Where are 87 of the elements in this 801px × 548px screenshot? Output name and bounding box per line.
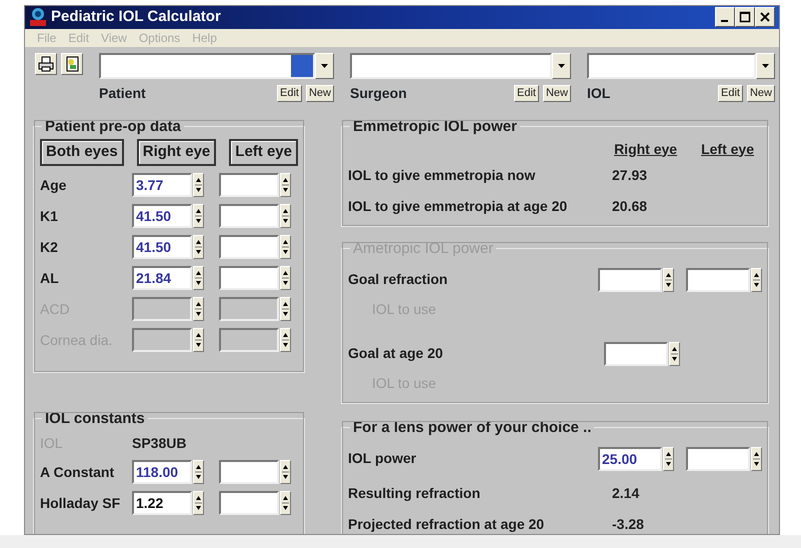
row-label: IOL to give emmetropia now	[348, 166, 536, 185]
window-title: Pediatric IOL Calculator	[51, 7, 222, 27]
number-field[interactable]: 25.00	[598, 446, 662, 470]
number-field[interactable]	[219, 204, 279, 228]
iol-model-text: SP38UB	[132, 434, 186, 453]
spin-buttons[interactable]	[193, 297, 204, 321]
spin-buttons[interactable]	[663, 446, 674, 470]
group-title: For a lens power of your choice ..	[352, 420, 592, 436]
number-field[interactable]: 118.00	[132, 460, 192, 484]
maximize-icon[interactable]	[739, 11, 751, 24]
number-field[interactable]	[219, 173, 279, 197]
small-button[interactable]: New	[746, 84, 775, 102]
row-label: Resulting refraction	[348, 484, 482, 503]
row-label: Projected refraction at age 20	[348, 514, 546, 534]
field-label: Age	[40, 176, 68, 195]
number-field[interactable]: 3.77	[132, 173, 192, 197]
combo-field[interactable]	[587, 52, 756, 78]
combo-field[interactable]	[350, 52, 552, 78]
number-field[interactable]	[686, 446, 750, 470]
row-label: Goal at age 20	[348, 344, 444, 363]
dropdown-button[interactable]	[756, 52, 775, 78]
row-label: IOL to give emmetropia at age 20	[348, 196, 568, 216]
header-button[interactable]: Left eye	[229, 138, 298, 166]
field-label: K2	[40, 238, 59, 256]
spin-buttons[interactable]	[663, 268, 674, 292]
spin-buttons[interactable]	[280, 328, 291, 352]
value-text: 27.93	[612, 166, 648, 184]
spin-buttons[interactable]	[280, 491, 291, 515]
dropdown-button[interactable]	[552, 52, 571, 78]
maximize-button[interactable]	[735, 7, 755, 28]
close-icon[interactable]	[759, 11, 771, 24]
spin-buttons[interactable]	[193, 460, 204, 484]
field-label: Surgeon	[350, 84, 408, 103]
row-label: Goal refraction	[348, 270, 449, 289]
header-button[interactable]: Right eye	[136, 138, 216, 166]
close-button[interactable]	[755, 7, 775, 28]
spin-buttons[interactable]	[280, 173, 291, 197]
field-label: K1	[40, 206, 59, 226]
caret-icon[interactable]	[557, 62, 566, 68]
row-label: IOL power	[348, 449, 418, 468]
number-field[interactable]: 1.22	[132, 491, 192, 515]
field-label: IOL	[587, 84, 612, 102]
header-button[interactable]: Both eyes	[40, 138, 124, 166]
group-title: Emmetropic IOL power	[352, 118, 518, 134]
small-button[interactable]: Edit	[514, 84, 539, 102]
caret-icon[interactable]	[761, 62, 770, 68]
spin-buttons[interactable]	[193, 235, 204, 259]
combo-field[interactable]	[99, 52, 315, 78]
number-field[interactable]	[219, 235, 279, 259]
spin-buttons[interactable]	[280, 204, 291, 228]
number-field[interactable]	[219, 266, 279, 290]
number-field[interactable]: 41.50	[132, 204, 192, 228]
value-text: 20.68	[612, 196, 648, 216]
minimize-button[interactable]	[715, 7, 735, 28]
field-label: Holladay SF	[40, 494, 122, 513]
field-label: AL	[40, 268, 60, 288]
column-header: Right eye	[614, 140, 678, 159]
group-title: IOL constants	[44, 410, 146, 426]
dropdown-button[interactable]	[315, 52, 334, 78]
spin-buttons[interactable]	[193, 328, 204, 352]
spin-buttons[interactable]	[280, 460, 291, 484]
number-field[interactable]	[219, 491, 279, 515]
spin-buttons[interactable]	[280, 266, 291, 290]
spin-buttons[interactable]	[193, 173, 204, 197]
number-field[interactable]	[219, 460, 279, 484]
small-button[interactable]: New	[306, 84, 334, 102]
spin-buttons[interactable]	[669, 342, 680, 366]
spin-buttons[interactable]	[193, 204, 204, 228]
small-button[interactable]: Edit	[718, 84, 743, 102]
value-text: 2.14	[612, 484, 640, 502]
field-label: A Constant	[40, 462, 116, 482]
number-field[interactable]: 41.50	[132, 235, 192, 259]
app-icon	[29, 7, 47, 28]
spin-buttons[interactable]	[280, 297, 291, 321]
spin-buttons[interactable]	[193, 266, 204, 290]
number-field[interactable]: 21.84	[132, 266, 192, 290]
group-title: Patient pre-op data	[44, 118, 182, 134]
spin-buttons[interactable]	[193, 491, 204, 515]
spin-buttons[interactable]	[280, 235, 291, 259]
spin-buttons[interactable]	[751, 446, 762, 470]
spin-buttons[interactable]	[751, 268, 762, 292]
caret-icon[interactable]	[320, 62, 329, 68]
column-header: Left eye	[701, 140, 754, 159]
small-button[interactable]: New	[542, 84, 571, 102]
field-label: Patient	[99, 84, 147, 102]
value-text: -3.28	[612, 514, 644, 534]
small-button[interactable]: Edit	[277, 84, 302, 102]
